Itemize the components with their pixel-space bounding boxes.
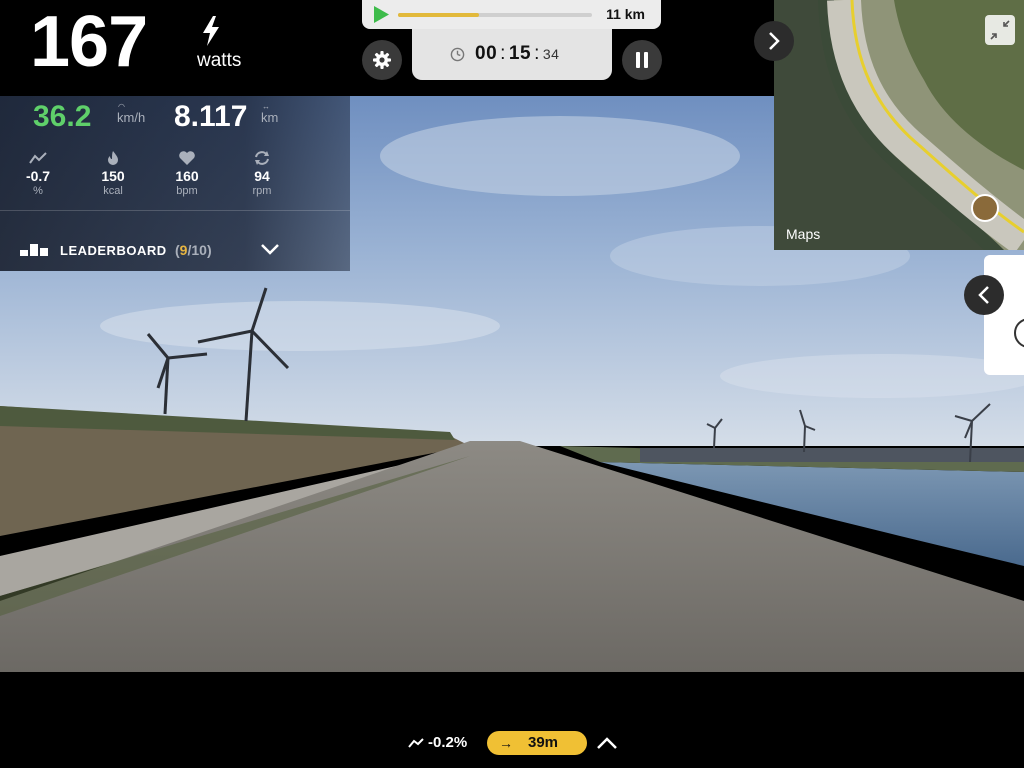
bolt-icon	[203, 16, 219, 46]
metric-value: 160	[175, 168, 199, 184]
metric-unit: kcal	[103, 185, 123, 197]
leaderboard-icon	[20, 244, 48, 256]
power-unit: watts	[197, 50, 242, 71]
chevron-right-icon	[769, 32, 780, 50]
distance-value: 8.117	[174, 100, 248, 133]
gear-icon	[373, 51, 391, 69]
ride-timer: 00:15:34	[412, 29, 612, 80]
chevron-down-icon[interactable]	[260, 243, 280, 255]
side-panel-toggle-button[interactable]	[964, 275, 1004, 315]
chevron-up-icon[interactable]	[596, 734, 618, 752]
slope-icon	[408, 738, 424, 748]
map-collapse-button[interactable]	[985, 15, 1015, 45]
route-total-distance: 11 km	[606, 6, 645, 22]
clock-icon	[450, 47, 465, 62]
route-progress-fill	[398, 13, 480, 17]
timer-separator: :	[534, 43, 540, 64]
rider-avatar	[971, 194, 999, 222]
settings-button[interactable]	[362, 40, 402, 80]
timer-minutes: 15	[508, 43, 532, 64]
slope-icon	[29, 152, 47, 164]
pause-icon	[636, 52, 648, 68]
metric-unit: bpm	[176, 185, 198, 197]
rank-close: )	[206, 242, 212, 258]
timer-hours: 00	[475, 43, 498, 64]
map-expand-panel-button[interactable]	[754, 21, 794, 61]
speed-unit: km/h	[117, 110, 146, 125]
power-value: 167	[30, 2, 148, 82]
leaderboard-label[interactable]: LEADERBOARD	[60, 243, 167, 258]
stats-panel: 36.2 ◠ km/h 8.117 ↔ km -0.7 % 150 kcal 1…	[0, 96, 350, 271]
metric-value: 150	[101, 168, 125, 184]
next-grade: -0.2%	[428, 734, 468, 751]
maps-logo: Maps	[786, 226, 820, 242]
cadence-icon	[255, 151, 269, 165]
metric-unit: %	[33, 185, 43, 197]
maps-brand: Maps	[786, 226, 821, 242]
side-panel[interactable]	[984, 255, 1024, 375]
timer-text: 00:15:34	[475, 43, 559, 65]
route-progress[interactable]: 11 km	[362, 0, 661, 29]
metric-grade: -0.7 %	[8, 150, 68, 197]
metric-value: 94	[254, 168, 270, 184]
timer-seconds: 34	[542, 46, 560, 62]
speed-value: 36.2	[33, 100, 92, 133]
leaderboard-rank: (9/10)	[175, 242, 212, 258]
metric-calories: 150 kcal	[83, 150, 143, 197]
metric-cadence: 94 rpm	[232, 150, 292, 197]
distance-unit: km	[261, 110, 279, 125]
play-icon[interactable]	[374, 6, 389, 23]
route-progress-track	[398, 13, 592, 17]
timer-separator: :	[500, 43, 506, 64]
metric-unit: rpm	[252, 185, 272, 197]
stats-divider	[0, 210, 350, 211]
pause-button[interactable]	[622, 40, 662, 80]
metric-value: -0.7	[25, 168, 51, 184]
next-segment-distance: 39m	[528, 734, 559, 751]
collapse-icon	[990, 20, 1010, 40]
heart-icon	[179, 151, 195, 165]
arrow-right-icon: →	[499, 735, 513, 751]
flame-icon	[108, 151, 118, 165]
rank-total: 10	[191, 242, 207, 258]
next-segment-pill: → 39m	[487, 731, 587, 755]
chevron-left-icon	[978, 286, 989, 304]
metric-heart-rate: 160 bpm	[157, 150, 217, 197]
